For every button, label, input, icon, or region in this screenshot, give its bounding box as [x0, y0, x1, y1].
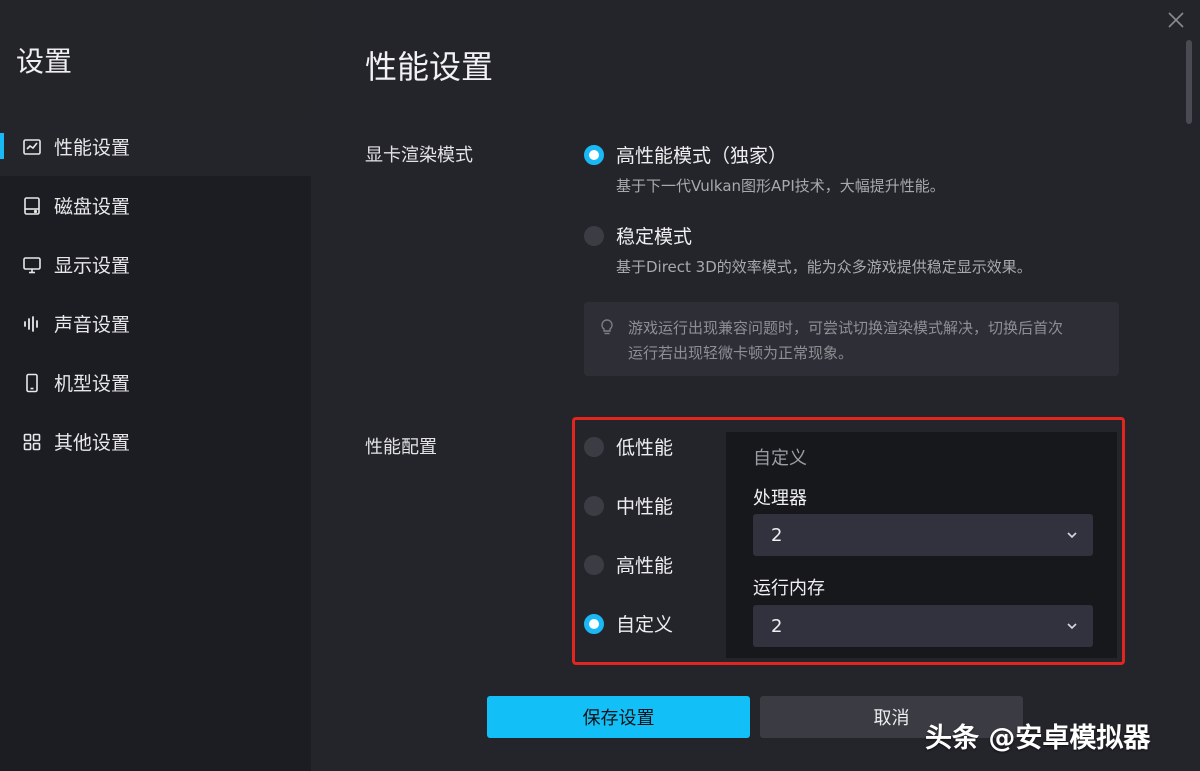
sidebar-item-display[interactable]: 显示设置 — [0, 235, 311, 294]
custom-panel-title: 自定义 — [753, 448, 807, 469]
performance-chart-icon — [22, 137, 42, 157]
radio-indicator — [584, 495, 604, 516]
disk-icon — [22, 196, 42, 216]
radio-indicator — [584, 144, 604, 165]
ram-label: 运行内存 — [753, 578, 825, 599]
high-performance-description: 基于下一代Vulkan图形API技术，大幅提升性能。 — [616, 177, 945, 195]
phone-icon — [22, 373, 42, 393]
radio-indicator — [584, 436, 604, 457]
cpu-select[interactable]: 2 — [753, 514, 1093, 556]
sidebar-title: 设置 — [0, 0, 311, 117]
tip-box: 游戏运行出现兼容问题时，可尝试切换渲染模式解决，切换后首次 运行若出现轻微卡顿为… — [584, 302, 1119, 376]
radio-medium-performance[interactable]: 中性能 — [584, 492, 673, 519]
radio-indicator — [584, 554, 604, 575]
sidebar: 设置 性能设置 磁盘设置 显示设置 声音设置 机型设置 其他设置 — [0, 0, 311, 771]
scrollbar[interactable] — [1186, 40, 1192, 124]
radio-label: 高性能模式（独家） — [616, 145, 788, 167]
chevron-down-icon — [1067, 532, 1077, 539]
radio-stable-mode[interactable]: 稳定模式 — [584, 222, 692, 249]
sidebar-item-disk[interactable]: 磁盘设置 — [0, 176, 311, 235]
radio-high-performance-mode[interactable]: 高性能模式（独家） — [584, 141, 787, 168]
ram-select-value: 2 — [771, 615, 783, 637]
sidebar-item-label: 机型设置 — [54, 373, 131, 395]
performance-config-label: 性能配置 — [365, 437, 437, 458]
tip-text-line2: 运行若出现轻微卡顿为正常现象。 — [628, 344, 854, 362]
custom-config-panel: 自定义 处理器 2 运行内存 2 — [726, 432, 1117, 658]
radio-label: 稳定模式 — [616, 226, 693, 248]
sidebar-item-label: 声音设置 — [54, 314, 131, 336]
radio-custom[interactable]: 自定义 — [584, 610, 673, 637]
grid-icon — [22, 432, 42, 452]
sound-wave-icon — [22, 314, 42, 334]
monitor-icon — [22, 255, 42, 275]
watermark: 头条 @安卓模拟器 — [925, 723, 1151, 754]
sidebar-item-label: 显示设置 — [54, 255, 131, 277]
radio-label: 低性能 — [616, 437, 674, 459]
sidebar-item-label: 磁盘设置 — [54, 196, 131, 218]
ram-select[interactable]: 2 — [753, 605, 1093, 647]
radio-label: 自定义 — [616, 614, 674, 636]
sidebar-item-other[interactable]: 其他设置 — [0, 412, 311, 471]
lightbulb-icon — [601, 319, 613, 335]
settings-window: 设置 性能设置 磁盘设置 显示设置 声音设置 机型设置 其他设置 性能设置 显卡… — [0, 0, 1200, 771]
radio-label: 高性能 — [616, 555, 674, 577]
sidebar-item-performance[interactable]: 性能设置 — [0, 117, 311, 176]
radio-indicator — [584, 225, 604, 246]
sidebar-item-sound[interactable]: 声音设置 — [0, 294, 311, 353]
chevron-down-icon — [1067, 623, 1077, 630]
render-mode-label: 显卡渲染模式 — [365, 145, 473, 166]
sidebar-item-label: 其他设置 — [54, 432, 131, 454]
page-title: 性能设置 — [365, 48, 494, 86]
main-panel: 性能设置 显卡渲染模式 高性能模式（独家） 基于下一代Vulkan图形API技术… — [311, 0, 1200, 771]
sidebar-item-label: 性能设置 — [54, 137, 131, 159]
radio-indicator — [584, 613, 604, 634]
tip-text-line1: 游戏运行出现兼容问题时，可尝试切换渲染模式解决，切换后首次 — [628, 319, 1064, 337]
sidebar-item-device[interactable]: 机型设置 — [0, 353, 311, 412]
radio-low-performance[interactable]: 低性能 — [584, 433, 673, 460]
radio-high-performance[interactable]: 高性能 — [584, 551, 673, 578]
cpu-label: 处理器 — [753, 488, 807, 509]
radio-label: 中性能 — [616, 496, 674, 518]
close-button[interactable] — [1164, 8, 1188, 32]
stable-mode-description: 基于Direct 3D的效率模式，能为众多游戏提供稳定显示效果。 — [616, 258, 1032, 276]
cpu-select-value: 2 — [771, 524, 783, 546]
save-button[interactable]: 保存设置 — [487, 696, 750, 738]
close-icon — [1168, 12, 1184, 28]
